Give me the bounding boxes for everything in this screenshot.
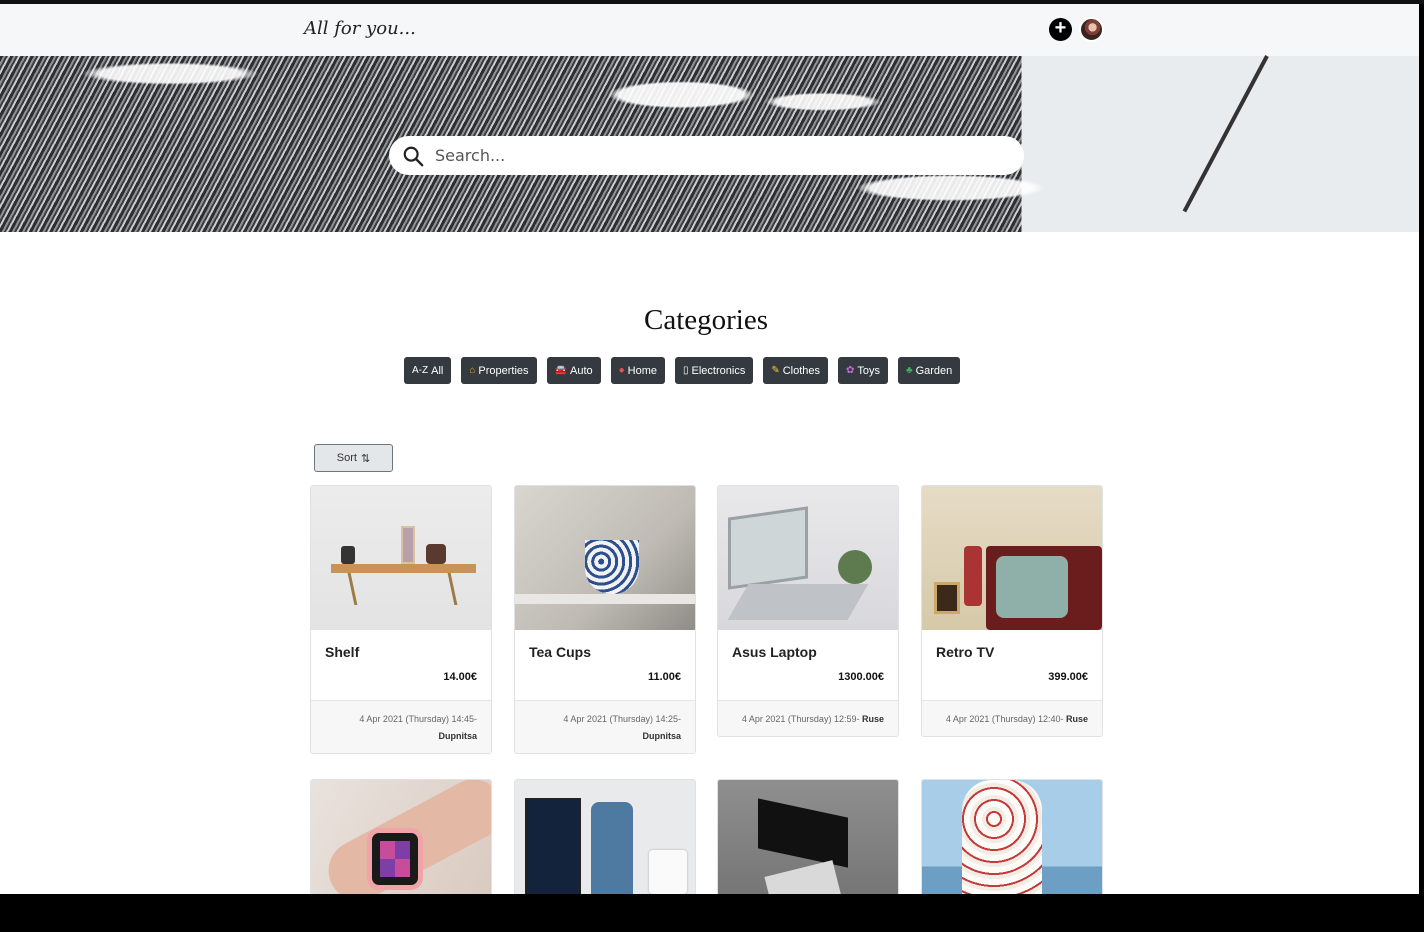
product-card-retro-tv[interactable]: Retro TV 399.00€ 4 Apr 2021 (Thursday) 1… xyxy=(921,485,1103,737)
product-image[interactable] xyxy=(515,780,695,894)
product-card[interactable] xyxy=(921,779,1103,894)
product-price: 399.00€ xyxy=(1048,671,1088,683)
category-label: Clothes xyxy=(782,364,821,377)
product-image[interactable] xyxy=(922,780,1102,894)
category-electronics-button[interactable]: ▯ Electronics xyxy=(675,357,754,384)
product-image[interactable] xyxy=(718,780,898,894)
product-price: 1300.00€ xyxy=(838,671,884,683)
product-date: 4 Apr 2021 (Thursday) 14:25- xyxy=(563,714,681,724)
card-footer: 4 Apr 2021 (Thursday) 12:59- Ruse xyxy=(718,700,898,736)
card-body: Asus Laptop 1300.00€ xyxy=(718,630,898,700)
product-price: 14.00€ xyxy=(443,671,477,683)
category-garden-button[interactable]: ♣ Garden xyxy=(898,357,961,384)
home-icon: ● xyxy=(618,365,625,376)
product-title[interactable]: Shelf xyxy=(325,644,359,660)
category-toys-button[interactable]: ✿ Toys xyxy=(838,357,889,384)
category-label: Home xyxy=(627,364,658,377)
category-properties-button[interactable]: ⌂ Properties xyxy=(461,357,537,384)
product-date: 4 Apr 2021 (Thursday) 12:40- xyxy=(945,714,1064,724)
product-card[interactable] xyxy=(717,779,899,894)
categories-title: Categories xyxy=(643,304,768,336)
window-bottom-bar xyxy=(0,894,1424,932)
product-card-asus-laptop[interactable]: Asus Laptop 1300.00€ 4 Apr 2021 (Thursda… xyxy=(717,485,899,737)
sort-icon: ⇅ xyxy=(360,452,371,465)
brand-logo[interactable]: All for you... xyxy=(304,18,416,39)
product-image[interactable] xyxy=(311,780,491,894)
card-body: Tea Cups 11.00€ xyxy=(515,630,695,700)
product-card-shelf[interactable]: Shelf 14.00€ 4 Apr 2021 (Thursday) 14:45… xyxy=(310,485,492,754)
az-icon: A-Z xyxy=(412,365,429,376)
category-label: All xyxy=(431,364,444,377)
feather-decoration xyxy=(1182,55,1269,213)
category-clothes-button[interactable]: ✎ Clothes xyxy=(763,357,829,384)
user-avatar[interactable] xyxy=(1079,17,1104,42)
product-card[interactable] xyxy=(310,779,492,894)
page-viewport: All for you... + Categories A-ZAll ⌂Prop… xyxy=(0,4,1419,894)
product-city: Ruse xyxy=(1065,714,1088,724)
car-icon: 🚘 xyxy=(554,365,567,376)
category-home-button[interactable]: ● Home xyxy=(610,357,666,384)
product-image[interactable] xyxy=(922,486,1102,630)
category-all-button[interactable]: A-Z All xyxy=(404,357,452,384)
category-label: Garden xyxy=(915,364,953,377)
card-body: Retro TV 399.00€ xyxy=(922,630,1102,700)
toy-icon: ✿ xyxy=(846,365,855,376)
search-input[interactable] xyxy=(435,143,995,168)
search-bar xyxy=(389,136,1024,175)
house-icon: ⌂ xyxy=(469,365,476,376)
category-label: Properties xyxy=(478,364,529,377)
search-icon[interactable] xyxy=(402,145,424,167)
product-title[interactable]: Tea Cups xyxy=(529,644,591,660)
category-label: Electronics xyxy=(691,364,746,377)
navbar: All for you... + xyxy=(0,4,1419,56)
product-date: 4 Apr 2021 (Thursday) 14:45- xyxy=(359,714,477,724)
sort-label: Sort xyxy=(336,452,357,464)
card-footer: 4 Apr 2021 (Thursday) 14:45- Dupnitsa xyxy=(311,700,491,753)
product-city: Dupnitsa xyxy=(438,731,477,741)
add-listing-button[interactable]: + xyxy=(1049,18,1072,41)
category-filter-bar: A-Z All ⌂ Properties 🚘 Auto ● Home ▯ Electron… xyxy=(404,357,961,384)
product-image[interactable] xyxy=(718,486,898,630)
product-image[interactable] xyxy=(311,486,491,630)
product-title[interactable]: Asus Laptop xyxy=(732,644,817,660)
product-date: 4 Apr 2021 (Thursday) 12:59- xyxy=(741,714,860,724)
card-footer: 4 Apr 2021 (Thursday) 12:40- Ruse xyxy=(922,700,1102,736)
sort-button[interactable]: Sort ⇅ xyxy=(314,444,393,472)
product-card-tea-cups[interactable]: Tea Cups 11.00€ 4 Apr 2021 (Thursday) 14… xyxy=(514,485,696,754)
product-card[interactable] xyxy=(514,779,696,894)
category-auto-button[interactable]: 🚘 Auto xyxy=(546,357,601,384)
hero-banner xyxy=(0,55,1419,232)
card-footer: 4 Apr 2021 (Thursday) 14:25- Dupnitsa xyxy=(515,700,695,753)
product-price: 11.00€ xyxy=(647,671,681,683)
tree-icon: ♣ xyxy=(906,365,913,376)
category-label: Auto xyxy=(569,364,593,377)
product-image[interactable] xyxy=(515,486,695,630)
category-label: Toys xyxy=(857,364,881,377)
phone-icon: ▯ xyxy=(683,365,689,376)
clothes-icon: ✎ xyxy=(771,365,780,376)
product-city: Ruse xyxy=(861,714,884,724)
product-title[interactable]: Retro TV xyxy=(936,644,994,660)
card-body: Shelf 14.00€ xyxy=(311,630,491,700)
product-city: Dupnitsa xyxy=(642,731,681,741)
